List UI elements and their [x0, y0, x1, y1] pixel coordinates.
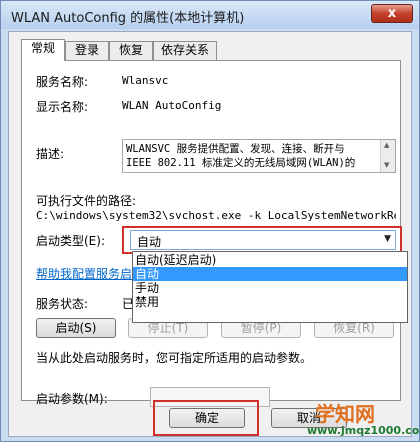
option-disabled[interactable]: 禁用: [133, 295, 407, 309]
option-manual[interactable]: 手动: [133, 281, 407, 295]
properties-window: WLAN AutoConfig 的属性(本地计算机) x 常规 登录 恢复 依存…: [0, 0, 420, 442]
description-box[interactable]: WLANSVC 服务提供配置、发现、连接、断开与 IEEE 802.11 标准定…: [122, 139, 396, 173]
description-label: 描述:: [36, 147, 65, 161]
display-name-label: 显示名称:: [36, 100, 89, 114]
option-auto-delayed[interactable]: 自动(延迟启动): [133, 253, 407, 267]
watermark-url: www.jmqz1000.com: [307, 424, 420, 437]
start-button[interactable]: 启动(S): [36, 318, 116, 338]
display-name-value: WLAN AutoConfig: [122, 99, 222, 112]
watermark-logo: 学知网: [315, 402, 375, 426]
tab-general[interactable]: 常规: [21, 39, 65, 61]
description-text: WLANSVC 服务提供配置、发现、连接、断开与 IEEE 802.11 标准定…: [126, 143, 356, 169]
tab-dependencies[interactable]: 依存关系: [153, 41, 217, 60]
executable-path-label: 可执行文件的路径:: [36, 194, 137, 208]
start-params-hint: 当从此处启动服务时，您可指定所适用的启动参数。: [36, 351, 313, 365]
service-name-label: 服务名称:: [36, 75, 89, 89]
scroll-down-icon[interactable]: ▼: [384, 161, 389, 169]
option-auto[interactable]: 自动: [133, 267, 407, 281]
dialog-client-area: 常规 登录 恢复 依存关系 服务名称: Wlansvc 显示名称: WLAN A…: [8, 31, 419, 437]
annotation-highlight-ok: [153, 400, 259, 436]
start-params-label: 启动参数(M):: [36, 392, 108, 406]
window-title: WLAN AutoConfig 的属性(本地计算机): [11, 11, 245, 26]
close-button[interactable]: x: [371, 4, 413, 23]
startup-type-dropdown-list[interactable]: 自动(延迟启动) 自动 手动 禁用: [132, 251, 408, 323]
description-scrollbar[interactable]: ▲ ▼: [380, 140, 395, 172]
tab-recovery[interactable]: 恢复: [109, 41, 153, 60]
executable-path-value: C:\windows\system32\svchost.exe -k Local…: [36, 209, 396, 222]
help-configure-link[interactable]: 帮助我配置服务启动: [36, 265, 144, 282]
service-name-value: Wlansvc: [122, 74, 169, 87]
startup-type-label: 启动类型(E):: [36, 234, 105, 248]
service-status-label: 服务状态:: [36, 297, 89, 311]
title-bar[interactable]: WLAN AutoConfig 的属性(本地计算机) x: [1, 1, 419, 29]
tab-logon[interactable]: 登录: [65, 41, 109, 60]
annotation-highlight-startup: [122, 226, 402, 254]
scroll-up-icon[interactable]: ▲: [384, 141, 389, 149]
general-tab-panel: 服务名称: Wlansvc 显示名称: WLAN AutoConfig 描述: …: [21, 60, 408, 407]
